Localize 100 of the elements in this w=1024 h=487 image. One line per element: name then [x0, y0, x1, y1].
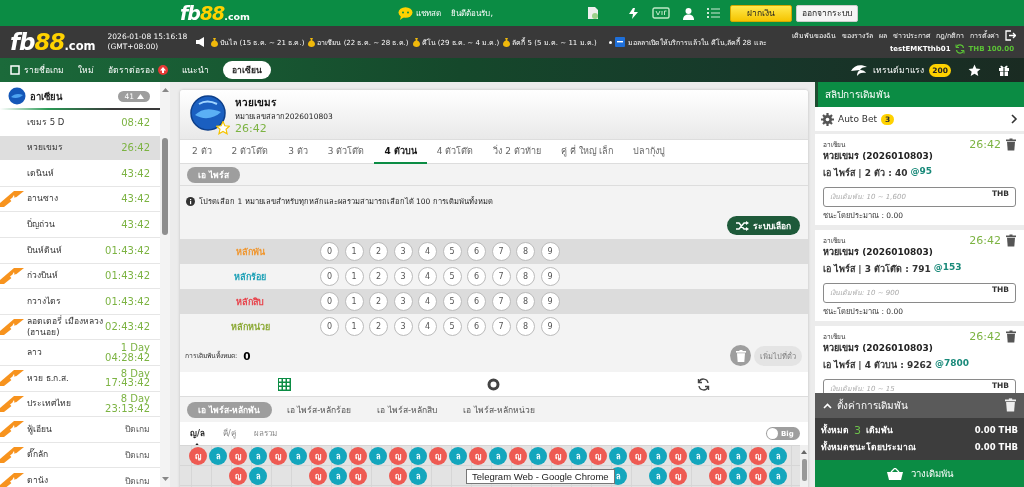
bet-type-tab[interactable]: คู่ คี่ ใหญ่ เล็ก: [550, 140, 624, 164]
digit-ball[interactable]: 7: [491, 292, 511, 311]
digit-ball[interactable]: 3: [393, 292, 413, 311]
bet-type-tab[interactable]: 4 ตัวบน: [374, 140, 427, 164]
digit-ball[interactable]: 6: [467, 292, 486, 311]
settings-bar[interactable]: ตั้งค่าการเดิมพัน: [815, 393, 1024, 418]
trash-icon[interactable]: [1006, 234, 1016, 247]
digit-ball[interactable]: 0: [320, 292, 339, 311]
game-list-item[interactable]: อานซาง 43:42: [0, 186, 160, 213]
digit-ball[interactable]: 4: [418, 242, 437, 261]
refresh-icon[interactable]: [954, 44, 965, 54]
digit-ball[interactable]: 8: [516, 317, 535, 336]
deposit-button[interactable]: ฝากเงิน: [730, 4, 792, 22]
digit-ball[interactable]: 7: [491, 317, 511, 336]
refresh-icon[interactable]: [696, 377, 710, 391]
game-list-item[interactable]: ดั๊กลัก ปิดเกม: [0, 442, 160, 469]
digit-ball[interactable]: 0: [320, 242, 339, 261]
digit-ball[interactable]: 9: [540, 267, 560, 286]
scroll-down-icon[interactable]: [161, 475, 169, 483]
profile-icon[interactable]: [682, 6, 695, 20]
document-icon[interactable]: [587, 6, 599, 20]
digit-ball[interactable]: 7: [491, 242, 511, 261]
scrollbar[interactable]: [800, 445, 808, 487]
digit-ball[interactable]: 3: [393, 242, 413, 261]
digit-ball[interactable]: 3: [393, 317, 413, 336]
digit-ball[interactable]: 8: [516, 242, 535, 261]
trash-icon[interactable]: [1006, 330, 1016, 343]
fb88-logo[interactable]: fb88.com: [180, 3, 250, 23]
bet-type-tab[interactable]: วิ่ง 2 ตัวท้าย: [483, 140, 551, 164]
game-list-item[interactable]: หวยเขมร 26:42: [0, 135, 160, 162]
card-icon[interactable]: [652, 7, 670, 19]
digit-ball[interactable]: 1: [344, 292, 364, 311]
digit-ball[interactable]: 4: [418, 317, 437, 336]
digit-ball[interactable]: 5: [442, 242, 462, 261]
digit-ball[interactable]: 7: [491, 267, 511, 286]
road-tab[interactable]: เอ ไพร์ส-หลักสิบ: [366, 401, 449, 418]
trash-icon[interactable]: [1006, 138, 1016, 151]
nav-tab[interactable]: อัตราต่อรอง: [108, 61, 168, 79]
digit-ball[interactable]: 6: [467, 242, 486, 261]
road-tab[interactable]: เอ ไพร์ส-หลักหน่วย: [452, 401, 546, 418]
clear-button[interactable]: [730, 345, 751, 366]
digit-ball[interactable]: 1: [344, 317, 364, 336]
digit-ball[interactable]: 8: [516, 292, 535, 311]
digit-ball[interactable]: 0: [320, 267, 339, 286]
grid-icon[interactable]: [278, 377, 292, 391]
digit-ball[interactable]: 1: [344, 267, 364, 286]
digit-ball[interactable]: 6: [467, 267, 486, 286]
fb88-logo[interactable]: fb88.com: [10, 30, 96, 54]
auto-bet-link[interactable]: Auto Bet: [838, 114, 877, 124]
bet-type-tab[interactable]: 2 ตัวโต๊ด: [221, 140, 279, 164]
road-mode-tab[interactable]: คี่/คู่: [213, 424, 245, 443]
digit-ball[interactable]: 4: [418, 292, 437, 311]
bet-type-tab[interactable]: 3 ตัวโต๊ด: [317, 140, 375, 164]
road-mode-tab[interactable]: ผลรวม: [244, 424, 286, 443]
game-list-item[interactable]: หวย ธ.ก.ส. 8 Day 17:43:42: [0, 365, 160, 392]
logout-icon[interactable]: [1005, 30, 1016, 41]
scroll-up-icon[interactable]: [801, 449, 807, 455]
star-icon[interactable]: [968, 63, 981, 77]
bet-type-tab[interactable]: 3 ตัว: [278, 140, 318, 164]
digit-ball[interactable]: 9: [540, 317, 560, 336]
nav-tab[interactable]: แนะนำ: [182, 61, 209, 79]
bet-type-tab[interactable]: 2 ตัว: [182, 140, 222, 164]
digit-ball[interactable]: 5: [442, 267, 462, 286]
gift-icon[interactable]: [998, 64, 1010, 76]
digit-ball[interactable]: 5: [442, 317, 462, 336]
game-list-item[interactable]: ฟู้เอียน ปิดเกม: [0, 417, 160, 443]
scroll-up-icon[interactable]: [161, 86, 169, 94]
scrollbar[interactable]: [160, 82, 170, 487]
digit-ball[interactable]: 2: [369, 292, 388, 311]
bet-type-tab[interactable]: 4 ตัวโต๊ด: [426, 140, 484, 164]
list-icon[interactable]: [707, 7, 720, 19]
digit-ball[interactable]: 2: [369, 317, 388, 336]
game-list-item[interactable]: ก่วงบินห์ 01:43:42: [0, 263, 160, 290]
chat-link[interactable]: แชทสด: [416, 6, 442, 20]
nav-tab[interactable]: อาเซียน: [223, 61, 271, 79]
digit-ball[interactable]: 2: [369, 242, 388, 261]
chevron-right-icon[interactable]: [1011, 114, 1018, 124]
nav-tab[interactable]: รายชื่อเกม: [10, 61, 64, 79]
bet-type-tab[interactable]: ปลากุ้งปู: [623, 140, 676, 164]
digit-ball[interactable]: 9: [540, 292, 560, 311]
place-bet-button[interactable]: วางเดิมพัน: [815, 460, 1024, 487]
gear-icon[interactable]: [821, 112, 834, 126]
transfer-icon[interactable]: [627, 6, 640, 20]
game-list-item[interactable]: ประเทศไทย 8 Day 23:13:42: [0, 391, 160, 418]
digit-ball[interactable]: 2: [369, 267, 388, 286]
digit-ball[interactable]: 9: [540, 242, 560, 261]
digit-ball[interactable]: 0: [320, 317, 339, 336]
digit-ball[interactable]: 6: [467, 317, 486, 336]
logout-button[interactable]: ออกจากระบบ: [796, 4, 858, 22]
nav-tab[interactable]: ใหม่: [78, 61, 94, 79]
road-tab[interactable]: เอ ไพร์ส-หลักร้อย: [275, 401, 363, 418]
trash-icon[interactable]: [1005, 397, 1016, 412]
trending-link[interactable]: เทรนด์มาแรง: [873, 63, 925, 77]
digit-ball[interactable]: 4: [418, 267, 437, 286]
donut-chart-icon[interactable]: [487, 377, 501, 391]
star-icon[interactable]: [216, 120, 230, 135]
chat-icon[interactable]: [398, 6, 414, 20]
digit-ball[interactable]: 5: [442, 292, 462, 311]
digit-ball[interactable]: 1: [344, 242, 364, 261]
digit-ball[interactable]: 3: [393, 267, 413, 286]
